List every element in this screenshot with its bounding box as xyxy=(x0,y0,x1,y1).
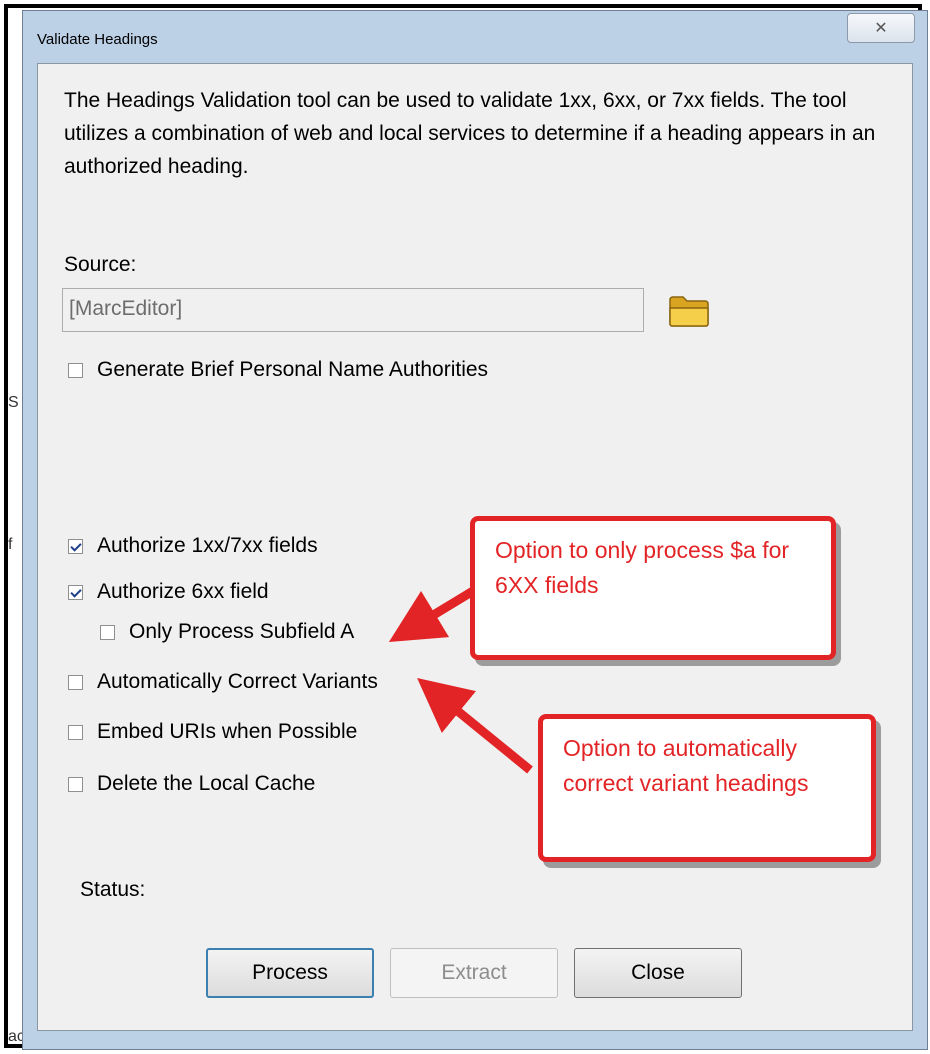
annotation-callout-subfield-a: Option to only process $a for 6XX fields xyxy=(470,516,836,660)
callout-arrow xyxy=(388,584,481,642)
annotation-callout-auto-correct: Option to automatically correct variant … xyxy=(538,714,876,862)
callout-arrow xyxy=(417,677,533,774)
